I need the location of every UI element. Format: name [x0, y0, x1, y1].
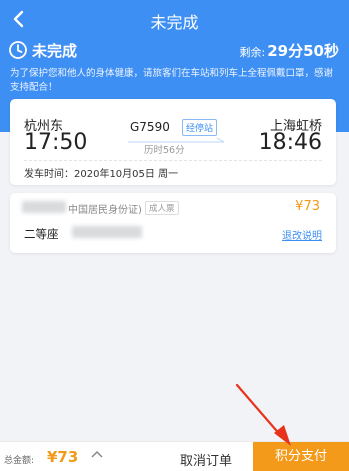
expand-details-button[interactable] [90, 446, 104, 464]
divider [24, 160, 322, 161]
departure-date-label: 发车时间： [24, 169, 74, 180]
total-label: 总金额: [4, 456, 35, 466]
trip-card: 杭州东 17:50 G7590 经停站 历时56分 上海虹桥 18:46 发车时… [10, 99, 336, 185]
clock-icon [9, 41, 27, 59]
ticket-price: ¥73 [295, 199, 320, 214]
arrival-time: 18:46 [258, 130, 322, 155]
nav-bar: 未完成 [0, 0, 349, 40]
departure-date: 2020年10月05日 周一 [74, 169, 179, 180]
countdown-time: 29分50秒 [267, 41, 339, 60]
passenger-card: 中国居民身份证) 成人票 ¥73 二等座 退改说明 [10, 193, 336, 253]
page-title: 未完成 [150, 13, 199, 32]
train-number: G7590 [130, 120, 170, 134]
chevron-up-icon [91, 450, 103, 458]
status-label: 未完成 [32, 41, 78, 60]
departure-time: 17:50 [24, 130, 88, 155]
health-notice: 为了保护您和他人的身体健康，请旅客们在车站和列车上全程佩戴口罩，感谢支持配合！ [10, 68, 334, 93]
total-amount: ¥73 [47, 448, 79, 466]
id-type: 中国居民身份证) [68, 205, 142, 216]
departure-date-row: 发车时间：2020年10月05日 周一 [24, 165, 178, 180]
trip-duration: 历时56分 [144, 145, 185, 156]
stops-button[interactable]: 经停站 [182, 119, 218, 136]
order-status-row: 未完成 剩余: 29分50秒 [8, 38, 339, 62]
cancel-order-button[interactable]: 取消订单 [168, 450, 244, 469]
redacted-seat [72, 226, 142, 238]
redacted-name [22, 201, 66, 213]
bottom-bar: 总金额: ¥73 取消订单 积分支付 [0, 441, 349, 471]
ticket-type-badge: 成人票 [145, 201, 179, 215]
points-pay-button[interactable]: 积分支付 [253, 442, 349, 471]
countdown-label: 剩余: [239, 45, 266, 59]
refund-change-link[interactable]: 退改说明 [282, 227, 322, 242]
countdown: 剩余: 29分50秒 [240, 40, 339, 61]
seat-class: 二等座 [24, 227, 59, 241]
